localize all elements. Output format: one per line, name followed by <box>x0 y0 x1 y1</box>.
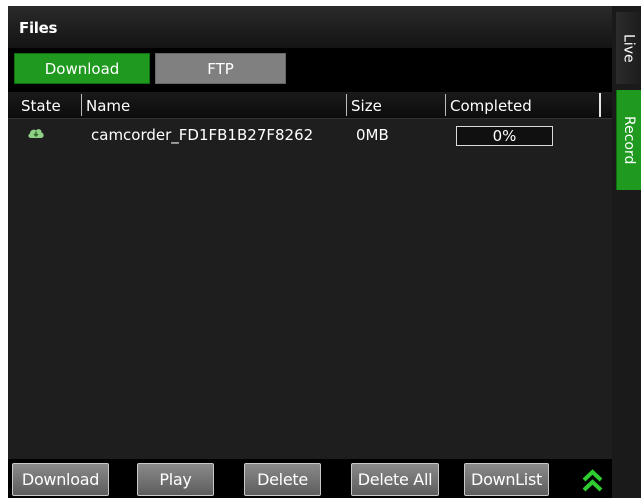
side-tab-record[interactable]: Record <box>616 90 641 190</box>
action-bar: Download Play Delete Delete All DownList <box>8 459 612 498</box>
file-list: camcorder_FD1FB1B27F8262 0MB 0% <box>8 119 612 459</box>
side-tab-record-label: Record <box>621 115 637 165</box>
downlist-button[interactable]: DownList <box>464 463 549 496</box>
column-header-completed[interactable]: Completed <box>447 95 597 117</box>
column-divider[interactable] <box>81 94 82 116</box>
files-window: Files Download FTP State Name Size Compl… <box>8 6 612 498</box>
title-bar: Files <box>8 6 612 48</box>
delete-button[interactable]: Delete <box>244 463 321 496</box>
column-divider[interactable] <box>599 93 601 117</box>
side-tab-live-label: Live <box>620 33 637 63</box>
column-header-size[interactable]: Size <box>348 95 444 117</box>
table-row[interactable]: camcorder_FD1FB1B27F8262 0MB 0% <box>8 119 612 149</box>
column-header-state[interactable]: State <box>18 95 82 117</box>
delete-all-button[interactable]: Delete All <box>351 463 439 496</box>
file-size: 0MB <box>356 126 389 144</box>
tab-download[interactable]: Download <box>14 53 150 84</box>
download-button[interactable]: Download <box>12 463 109 496</box>
file-name: camcorder_FD1FB1B27F8262 <box>91 126 314 144</box>
side-tab-bar: Live Record <box>612 6 641 498</box>
progress-text: 0% <box>492 127 517 145</box>
download-progress-bar: 0% <box>456 126 553 146</box>
column-header-name[interactable]: Name <box>83 95 343 117</box>
play-button[interactable]: Play <box>137 463 214 496</box>
side-tab-live[interactable]: Live <box>616 12 641 84</box>
column-divider[interactable] <box>346 94 347 116</box>
table-header: State Name Size Completed <box>8 92 612 119</box>
tab-bar: Download FTP <box>8 48 612 92</box>
window-title: Files <box>19 19 58 37</box>
column-divider[interactable] <box>445 94 446 116</box>
tab-ftp[interactable]: FTP <box>155 53 286 84</box>
double-chevron-up-icon[interactable] <box>581 467 604 495</box>
cloud-download-icon <box>27 125 45 144</box>
